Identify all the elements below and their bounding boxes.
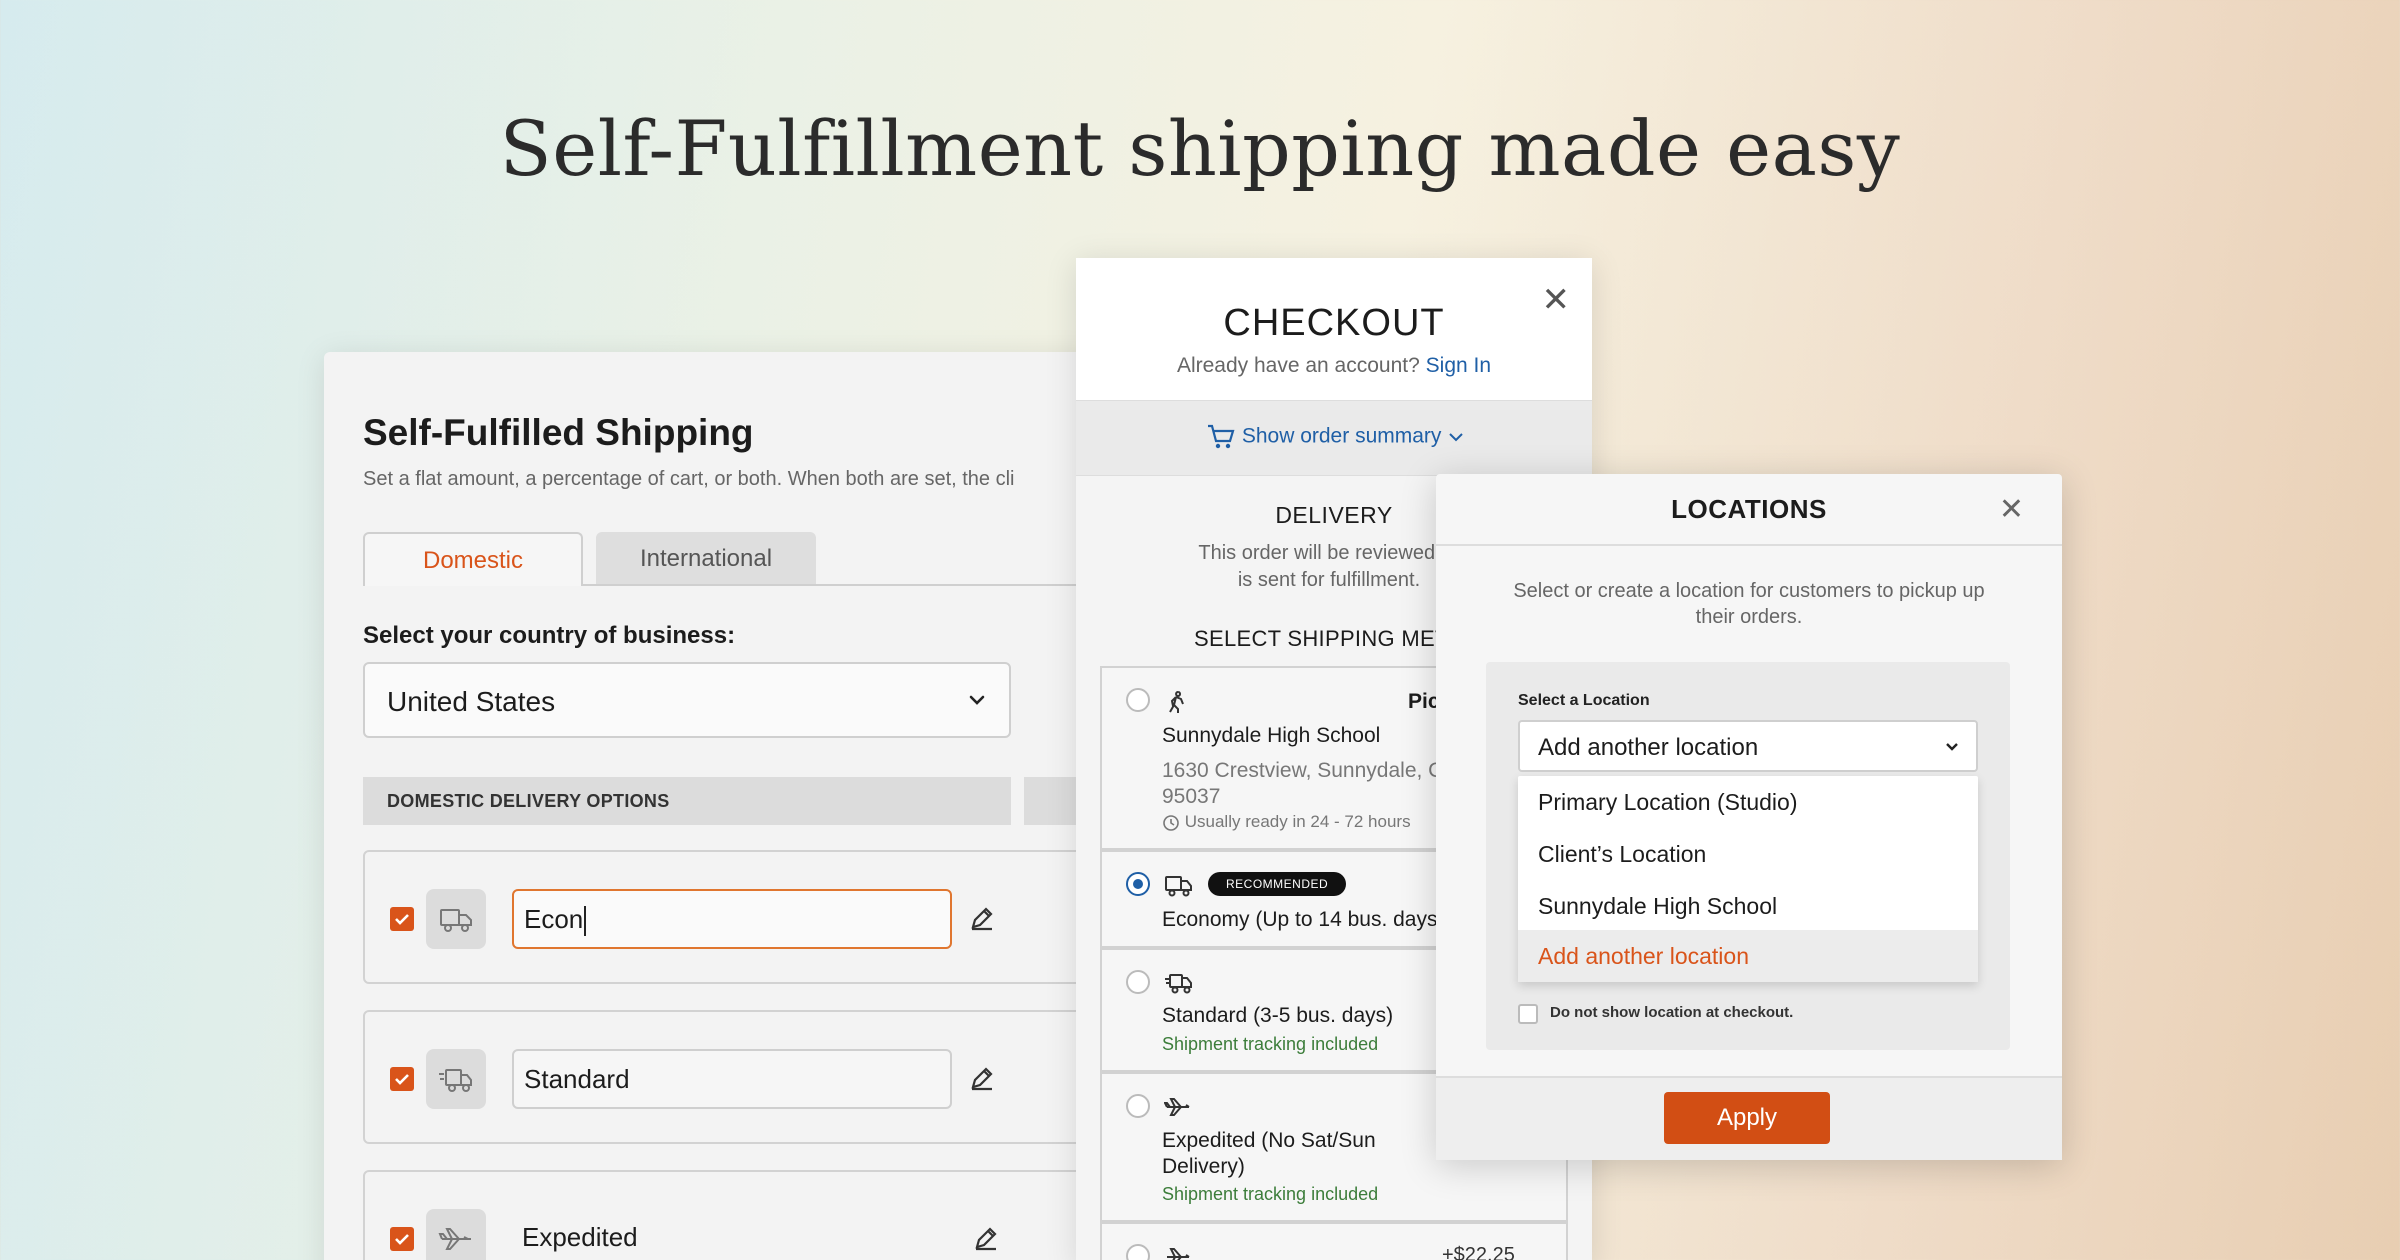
country-label: Select your country of business: xyxy=(363,622,736,649)
shipping-title-line: Expedited (No Sat/Sun xyxy=(1162,1129,1376,1152)
chevron-down-icon xyxy=(1946,743,1958,751)
panel-title: Self-Fulfilled Shipping xyxy=(363,412,754,453)
order-summary-label: Show order summary xyxy=(1241,424,1442,448)
panel-subtitle: Set a flat amount, a percentage of cart,… xyxy=(363,468,1015,490)
option-checkbox[interactable] xyxy=(390,1067,414,1091)
option-name-text: Econ xyxy=(524,904,584,934)
ready-time: Usually ready in 24 - 72 hours xyxy=(1162,812,1411,832)
text-cursor xyxy=(584,906,587,937)
order-summary-bar[interactable]: Show order summary xyxy=(1076,400,1592,476)
add-location-option[interactable]: Add another location xyxy=(1518,930,1978,982)
modal-header: LOCATIONS ✕ xyxy=(1436,474,2062,546)
country-select[interactable]: United States xyxy=(363,662,1011,738)
shipping-title: Standard (3-5 bus. days) xyxy=(1162,1004,1394,1027)
tracking-note: Shipment tracking included xyxy=(1162,1184,1379,1204)
self-fulfilled-shipping-panel: Self-Fulfilled Shipping Set a flat amoun… xyxy=(324,352,1104,1260)
recommended-badge: RECOMMENDED xyxy=(1208,872,1347,896)
account-prompt-text: Already have an account? xyxy=(1176,354,1420,377)
location-select[interactable]: Add another location xyxy=(1518,720,1978,772)
checkmark-icon xyxy=(395,914,409,925)
option-name-input[interactable]: Expedited xyxy=(512,1209,952,1260)
truck-icon xyxy=(426,889,486,949)
location-select-value: Add another location xyxy=(1538,734,1759,761)
location-option[interactable]: Sunnydale High School xyxy=(1518,880,1978,932)
tab-domestic[interactable]: Domestic xyxy=(363,532,583,586)
close-icon[interactable]: ✕ xyxy=(1999,492,2024,527)
modal-description: Select or create a location for customer… xyxy=(1513,580,1985,628)
airplane-icon xyxy=(1167,1248,1190,1260)
option-checkbox[interactable] xyxy=(390,1227,414,1251)
option-name-input[interactable]: Standard xyxy=(512,1049,952,1109)
shipping-radio-selected[interactable] xyxy=(1126,872,1150,896)
option-checkbox[interactable] xyxy=(390,907,414,931)
shipping-radio[interactable] xyxy=(1126,688,1150,712)
fast-truck-icon xyxy=(426,1049,486,1109)
shipping-title-line: Delivery) xyxy=(1162,1155,1245,1178)
clock-icon xyxy=(1163,814,1179,831)
shipping-radio[interactable] xyxy=(1126,970,1150,994)
modal-footer: Apply xyxy=(1436,1076,2062,1160)
option-name-input[interactable]: Econ xyxy=(512,889,952,949)
sign-in-link[interactable]: Sign In xyxy=(1426,354,1491,377)
delivery-option-card: Standard xyxy=(363,1010,1104,1144)
delivery-option-card: Expedited xyxy=(363,1170,1104,1260)
tracking-note: Shipment tracking included xyxy=(1162,1034,1379,1054)
order-summary-toggle[interactable]: Show order summary xyxy=(1206,423,1465,451)
airplane-icon xyxy=(1164,1098,1190,1116)
select-shipping-heading: SELECT SHIPPING METH xyxy=(1194,626,1465,651)
truck-icon xyxy=(1165,876,1192,897)
pencil-icon[interactable] xyxy=(971,1223,1001,1253)
address-line: 1630 Crestview, Sunnydale, C xyxy=(1162,759,1444,782)
fast-truck-icon xyxy=(1165,974,1192,994)
shipping-method-next[interactable]: +$22.25 xyxy=(1100,1222,1568,1260)
location-select-label: Select a Location xyxy=(1518,692,1650,709)
shipping-radio[interactable] xyxy=(1126,1244,1150,1260)
tab-international[interactable]: International xyxy=(596,532,816,586)
country-value: United States xyxy=(387,686,556,717)
pickup-tag: Pic xyxy=(1408,690,1440,713)
checkout-title: CHECKOUT xyxy=(1223,302,1445,344)
chevron-down-icon xyxy=(969,695,985,705)
location-option[interactable]: Primary Location (Studio) xyxy=(1518,776,1978,828)
domestic-options-header: DOMESTIC DELIVERY OPTIONS xyxy=(363,777,1011,825)
checkmark-icon xyxy=(395,1074,409,1085)
pickup-address: 1630 Crestview, Sunnydale, C 95037 xyxy=(1162,758,1443,810)
apply-button[interactable]: Apply xyxy=(1664,1092,1830,1144)
modal-title: LOCATIONS xyxy=(1671,494,1827,524)
address-line: 95037 xyxy=(1162,785,1221,808)
shipping-price: +$22.25 xyxy=(1442,1244,1515,1260)
shipping-title: Economy (Up to 14 bus. days) xyxy=(1162,908,1445,931)
location-option[interactable]: Client’s Location xyxy=(1518,828,1978,880)
hide-location-checkbox[interactable] xyxy=(1518,1004,1538,1024)
ready-time-text: Usually ready in 24 - 72 hours xyxy=(1184,812,1411,831)
cart-icon xyxy=(1208,424,1235,449)
shipping-radio[interactable] xyxy=(1126,1094,1150,1118)
page-headline: Self-Fulfillment shipping made easy xyxy=(499,104,1901,193)
checkout-header: ✕ CHECKOUT Already have an account? Sign… xyxy=(1076,258,1592,400)
shipping-title: Expedited (No Sat/Sun Delivery) xyxy=(1162,1128,1376,1180)
hide-location-label: Do not show location at checkout. xyxy=(1550,1004,1794,1021)
account-prompt: Already have an account? Sign In xyxy=(1076,354,1592,378)
checkmark-icon xyxy=(395,1234,409,1245)
airplane-icon xyxy=(426,1209,486,1260)
locations-modal: LOCATIONS ✕ Select or create a location … xyxy=(1436,474,2062,1160)
pencil-icon[interactable] xyxy=(967,903,997,933)
shipping-title: Sunnydale High School xyxy=(1162,724,1381,747)
tab-divider xyxy=(583,584,1104,586)
chevron-down-icon xyxy=(1449,433,1463,442)
location-dropdown: Primary Location (Studio) Client’s Locat… xyxy=(1518,776,1978,982)
delivery-option-card: Econ xyxy=(363,850,1104,984)
walking-person-icon xyxy=(1169,691,1184,713)
pencil-icon[interactable] xyxy=(967,1063,997,1093)
